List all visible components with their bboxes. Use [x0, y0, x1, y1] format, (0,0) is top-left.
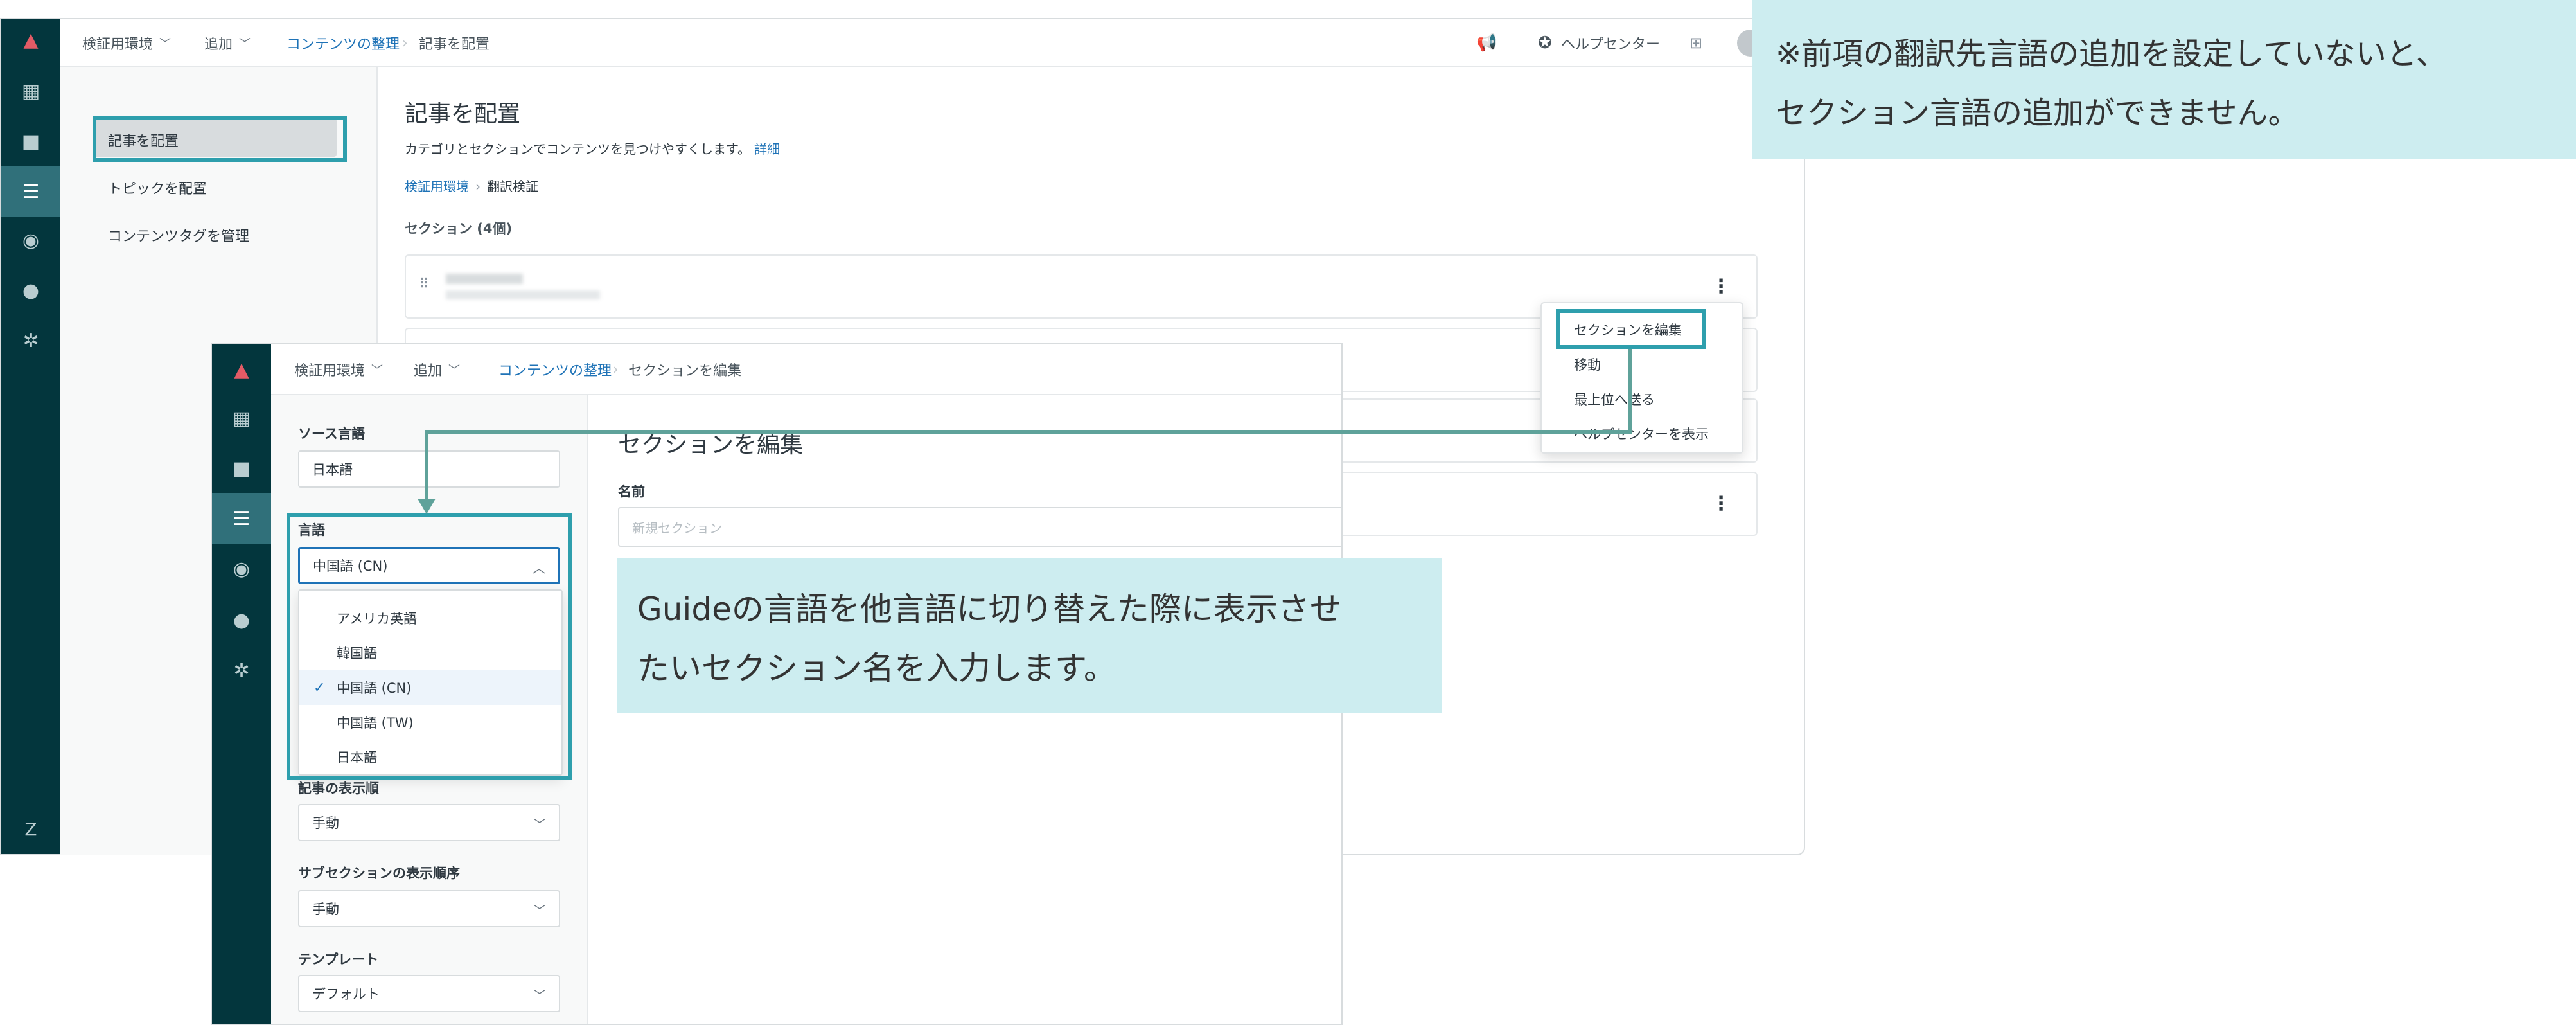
callout-instruction-line2: たいセクション名を入力します。: [637, 650, 1116, 687]
callout-instruction: Guideの言語を他言語に切り替えた際に表示させ たいセクション名を入力します。: [617, 558, 1442, 713]
callout-note-line1: ※前項の翻訳先言語の追加を設定していないと、: [1776, 36, 2447, 72]
callout-instruction-line1: Guideの言語を他言語に切り替えた際に表示させ: [637, 591, 1342, 628]
callout-note-line2: セクション言語の追加ができません。: [1776, 95, 2299, 131]
callout-note: ※前項の翻訳先言語の追加を設定していないと、 セクション言語の追加ができません。: [1752, 0, 2576, 159]
